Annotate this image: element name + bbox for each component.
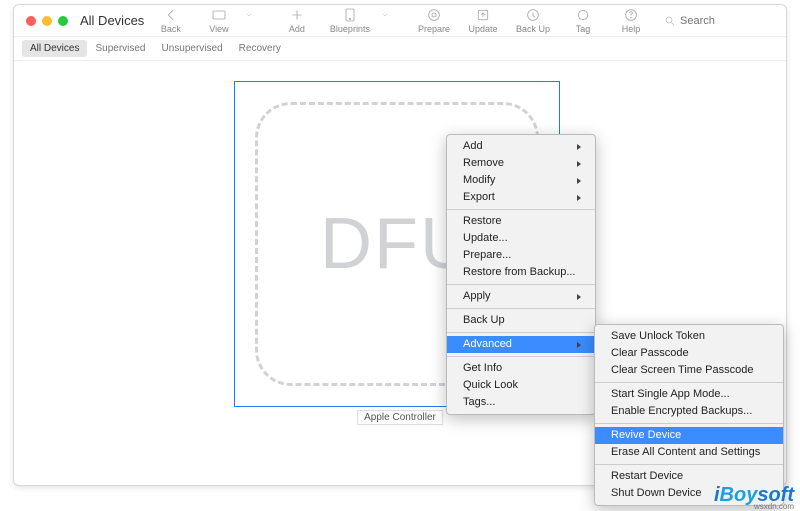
- menu-sep: [595, 464, 783, 465]
- prepare-icon: [426, 7, 442, 23]
- update-button[interactable]: Update: [468, 7, 498, 34]
- back-button[interactable]: Back: [156, 7, 186, 34]
- submenu-encrypted-backups[interactable]: Enable Encrypted Backups...: [595, 403, 783, 420]
- update-icon: [475, 7, 491, 23]
- view-button[interactable]: View: [204, 7, 234, 34]
- context-menu: Add Remove Modify Export Restore Update.…: [446, 134, 596, 415]
- help-icon: [623, 7, 639, 23]
- menu-sep: [447, 308, 595, 309]
- search-input[interactable]: [680, 15, 740, 27]
- blueprints-icon: [342, 7, 358, 23]
- help-button[interactable]: Help: [616, 7, 646, 34]
- blueprints-dropdown[interactable]: [370, 7, 400, 23]
- menu-add[interactable]: Add: [447, 138, 595, 155]
- device-label: Apple Controller: [357, 410, 443, 425]
- back-icon: [163, 7, 179, 23]
- view-label: View: [209, 24, 228, 34]
- help-label: Help: [622, 24, 641, 34]
- menu-sep: [447, 332, 595, 333]
- search-icon: [664, 15, 676, 27]
- search-field[interactable]: [664, 15, 774, 27]
- filter-unsupervised[interactable]: Unsupervised: [154, 40, 231, 57]
- submenu-clear-passcode[interactable]: Clear Passcode: [595, 345, 783, 362]
- submenu-save-token[interactable]: Save Unlock Token: [595, 328, 783, 345]
- grid-icon: [211, 7, 227, 23]
- toolbar: Back View Add Blueprints: [156, 7, 774, 34]
- filter-all[interactable]: All Devices: [22, 40, 87, 57]
- submenu-clear-screen[interactable]: Clear Screen Time Passcode: [595, 362, 783, 379]
- menu-advanced[interactable]: Advanced: [447, 336, 595, 353]
- menu-prepare[interactable]: Prepare...: [447, 247, 595, 264]
- menu-restore[interactable]: Restore: [447, 213, 595, 230]
- update-label: Update: [468, 24, 497, 34]
- menu-export[interactable]: Export: [447, 189, 595, 206]
- submenu-single-app[interactable]: Start Single App Mode...: [595, 386, 783, 403]
- add-label: Add: [289, 24, 305, 34]
- menu-sep: [447, 284, 595, 285]
- add-button[interactable]: Add: [282, 7, 312, 34]
- blueprints-button[interactable]: Blueprints: [330, 7, 370, 34]
- prepare-label: Prepare: [418, 24, 450, 34]
- maximize-window[interactable]: [58, 16, 68, 26]
- filter-supervised[interactable]: Supervised: [87, 40, 153, 57]
- submenu-erase[interactable]: Erase All Content and Settings: [595, 444, 783, 461]
- prepare-button[interactable]: Prepare: [418, 7, 450, 34]
- submenu-restart[interactable]: Restart Device: [595, 468, 783, 485]
- menu-sep: [595, 423, 783, 424]
- backup-button[interactable]: Back Up: [516, 7, 550, 34]
- titlebar: All Devices Back View Add: [14, 5, 786, 37]
- menu-sep: [447, 356, 595, 357]
- menu-backup[interactable]: Back Up: [447, 312, 595, 329]
- menu-restore-backup[interactable]: Restore from Backup...: [447, 264, 595, 281]
- filter-bar: All Devices Supervised Unsupervised Reco…: [14, 37, 786, 61]
- chevron-down-icon: [245, 7, 253, 23]
- tag-label: Tag: [576, 24, 591, 34]
- tag-button[interactable]: Tag: [568, 7, 598, 34]
- close-window[interactable]: [26, 16, 36, 26]
- window-controls: [26, 16, 68, 26]
- menu-quicklook[interactable]: Quick Look: [447, 377, 595, 394]
- backup-icon: [525, 7, 541, 23]
- menu-sep: [447, 209, 595, 210]
- minimize-window[interactable]: [42, 16, 52, 26]
- chevron-down-icon: [381, 7, 389, 23]
- menu-modify[interactable]: Modify: [447, 172, 595, 189]
- view-dropdown[interactable]: [234, 7, 264, 23]
- plus-icon: [289, 7, 305, 23]
- watermark-url: wsxdn.com: [754, 502, 794, 511]
- window-title: All Devices: [80, 13, 144, 28]
- blueprints-label: Blueprints: [330, 24, 370, 34]
- menu-apply[interactable]: Apply: [447, 288, 595, 305]
- menu-update[interactable]: Update...: [447, 230, 595, 247]
- submenu-advanced: Save Unlock Token Clear Passcode Clear S…: [594, 324, 784, 506]
- menu-remove[interactable]: Remove: [447, 155, 595, 172]
- back-label: Back: [161, 24, 181, 34]
- menu-sep: [595, 382, 783, 383]
- menu-getinfo[interactable]: Get Info: [447, 360, 595, 377]
- filter-recovery[interactable]: Recovery: [231, 40, 289, 57]
- submenu-revive[interactable]: Revive Device: [595, 427, 783, 444]
- menu-tags[interactable]: Tags...: [447, 394, 595, 411]
- tag-icon: [575, 7, 591, 23]
- backup-label: Back Up: [516, 24, 550, 34]
